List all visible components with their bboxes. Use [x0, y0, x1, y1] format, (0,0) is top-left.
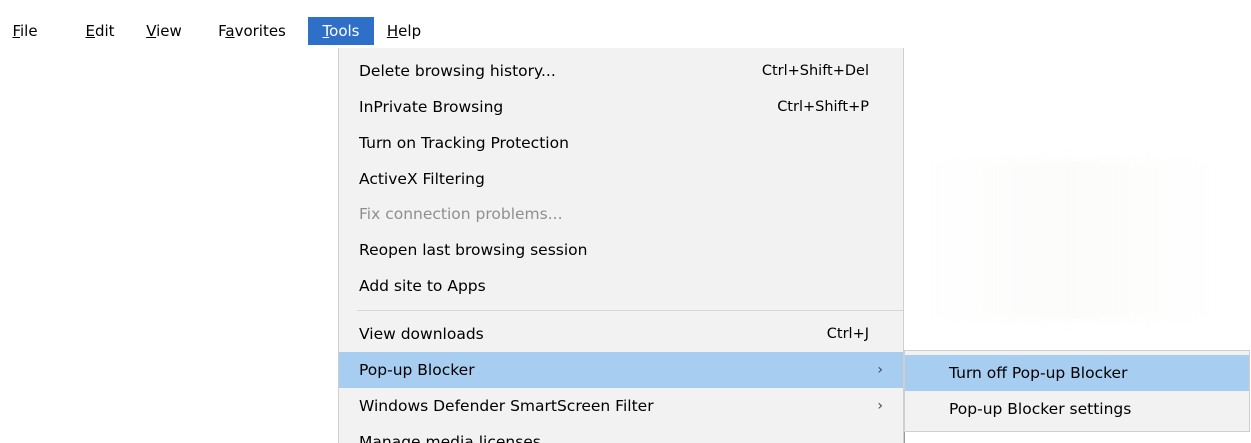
- popup-blocker-submenu: Turn off Pop-up Blocker Pop-up Blocker s…: [904, 350, 1250, 432]
- menu-view-mnemonic: V: [146, 22, 157, 40]
- menu-item-shortcut: Ctrl+Shift+Del: [761, 63, 869, 79]
- background-content: [920, 160, 1220, 320]
- menu-item-label: Reopen last browsing session: [359, 241, 588, 259]
- menu-item-reopen-session[interactable]: Reopen last browsing session: [339, 232, 903, 268]
- menu-item-tracking-protection[interactable]: Turn on Tracking Protection: [339, 125, 903, 161]
- menu-bar: File Edit View Favorites Tools Help: [0, 12, 1251, 48]
- chevron-right-icon: ›: [877, 362, 883, 378]
- menu-item-fix-connection: Fix connection problems...: [339, 196, 903, 232]
- menu-item-label: ActiveX Filtering: [359, 170, 485, 188]
- menu-help-label: elp: [398, 22, 422, 40]
- submenu-item-popup-blocker-settings[interactable]: Pop-up Blocker settings: [905, 391, 1249, 427]
- menu-item-shortcut: Ctrl+Shift+P: [777, 99, 869, 115]
- menu-item-delete-history[interactable]: Delete browsing history... Ctrl+Shift+De…: [339, 53, 903, 89]
- chevron-right-icon: ›: [877, 398, 883, 414]
- menu-tools[interactable]: Tools: [308, 17, 374, 45]
- menu-view-label: iew: [156, 22, 182, 40]
- menu-item-view-downloads[interactable]: View downloads Ctrl+J: [339, 316, 903, 352]
- menu-separator: [357, 310, 903, 311]
- tools-menu: Delete browsing history... Ctrl+Shift+De…: [338, 48, 904, 443]
- menu-item-label: Turn off Pop-up Blocker: [949, 364, 1128, 382]
- menu-edit[interactable]: Edit: [81, 17, 119, 45]
- menu-item-popup-blocker[interactable]: Pop-up Blocker ›: [339, 352, 903, 388]
- menu-file-label: ile: [19, 22, 38, 40]
- menu-item-label: Manage media licenses: [359, 433, 541, 443]
- menu-favorites[interactable]: Favorites: [210, 17, 294, 45]
- menu-help-mnemonic: H: [386, 22, 399, 40]
- menu-favorites-label: vorites: [234, 22, 286, 40]
- menu-item-activex-filtering[interactable]: ActiveX Filtering: [339, 161, 903, 197]
- menu-item-add-site-to-apps[interactable]: Add site to Apps: [339, 268, 903, 304]
- menu-item-shortcut: Ctrl+J: [826, 326, 869, 342]
- menu-item-smartscreen[interactable]: Windows Defender SmartScreen Filter ›: [339, 388, 903, 424]
- menu-item-manage-media-licenses[interactable]: Manage media licenses: [339, 424, 903, 443]
- menu-edit-label: dit: [94, 22, 115, 40]
- menu-item-label: Add site to Apps: [359, 277, 486, 295]
- menu-item-label: Pop-up Blocker: [359, 361, 475, 379]
- menu-edit-mnemonic: E: [85, 22, 95, 40]
- menu-item-label: InPrivate Browsing: [359, 98, 504, 116]
- menu-help[interactable]: Help: [383, 17, 425, 45]
- menu-item-label: Fix connection problems...: [359, 205, 563, 223]
- menu-item-inprivate[interactable]: InPrivate Browsing Ctrl+Shift+P: [339, 89, 903, 125]
- menu-item-label: Delete browsing history...: [359, 62, 556, 80]
- menu-item-label: Turn on Tracking Protection: [359, 134, 569, 152]
- menu-favorites-mnemonic: a: [225, 22, 235, 40]
- menu-item-label: View downloads: [359, 325, 484, 343]
- menu-view[interactable]: View: [141, 17, 187, 45]
- menu-tools-label: ools: [329, 22, 360, 40]
- menu-file-mnemonic: F: [12, 22, 20, 40]
- submenu-border: [904, 432, 905, 443]
- submenu-item-turn-off-popup-blocker[interactable]: Turn off Pop-up Blocker: [905, 355, 1249, 391]
- menu-item-label: Windows Defender SmartScreen Filter: [359, 397, 654, 415]
- menu-file[interactable]: File: [7, 17, 43, 45]
- menu-item-label: Pop-up Blocker settings: [949, 400, 1132, 418]
